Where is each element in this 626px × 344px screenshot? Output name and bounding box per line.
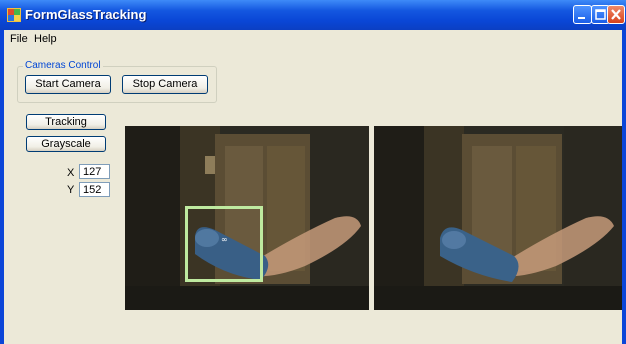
menu-help[interactable]: Help xyxy=(34,33,57,45)
tracking-button[interactable]: Tracking xyxy=(26,114,106,130)
cameras-control-group: Cameras Control Start Camera Stop Camera xyxy=(17,60,217,103)
minimize-button[interactable] xyxy=(573,5,592,24)
title-bar[interactable]: FormGlassTracking xyxy=(0,0,626,30)
tracked-camera-view: ∞ xyxy=(125,126,369,310)
client-area: File Help Cameras Control Start Camera S… xyxy=(4,30,622,344)
minimize-icon xyxy=(578,17,585,19)
grayscale-button[interactable]: Grayscale xyxy=(26,136,106,152)
close-icon xyxy=(611,9,621,20)
tracking-center-marker: ∞ xyxy=(221,235,228,244)
app-icon xyxy=(7,8,21,22)
tracking-rectangle xyxy=(185,206,263,282)
cameras-control-title: Cameras Control xyxy=(23,60,103,71)
camera-frame-image xyxy=(374,126,622,310)
menu-bar: File Help xyxy=(4,30,622,48)
close-button[interactable] xyxy=(607,5,625,24)
stop-camera-button[interactable]: Stop Camera xyxy=(122,75,208,94)
start-camera-button[interactable]: Start Camera xyxy=(25,75,111,94)
menu-file[interactable]: File xyxy=(10,33,28,45)
x-field[interactable]: 127 xyxy=(79,164,110,179)
raw-camera-view xyxy=(374,126,622,310)
app-window: FormGlassTracking File Help Cameras Cont… xyxy=(0,0,626,344)
window-title: FormGlassTracking xyxy=(25,7,147,22)
x-label: X xyxy=(67,167,75,179)
y-field[interactable]: 152 xyxy=(79,182,110,197)
y-label: Y xyxy=(67,184,75,196)
